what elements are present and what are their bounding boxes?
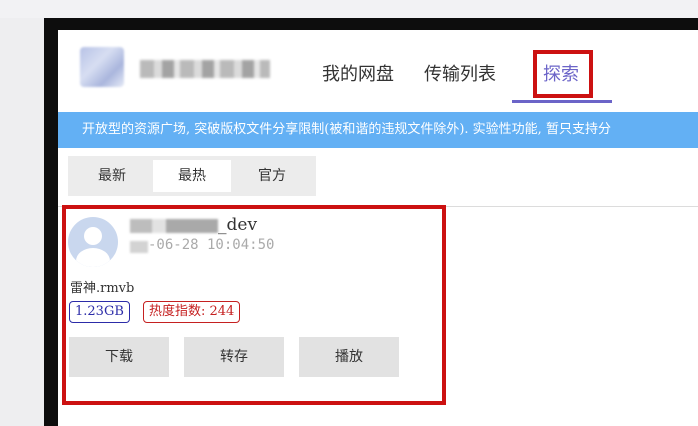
account-name-blurred: [140, 60, 270, 78]
tab-newest[interactable]: 最新: [73, 160, 151, 192]
tab-hottest[interactable]: 最热: [153, 160, 231, 192]
background-top: [0, 0, 698, 18]
card-highlight-box: [62, 205, 446, 405]
tabs-area: 最新 最热 官方: [58, 148, 698, 206]
tab-official[interactable]: 官方: [233, 160, 311, 192]
nav-active-underline: [512, 100, 612, 103]
resource-card: _dev -06-28 10:04:50 雷神.rmvb 1.23GB 热度指数…: [58, 205, 698, 426]
explore-highlight-box: [533, 50, 593, 98]
nav-my-disk[interactable]: 我的网盘: [322, 60, 394, 86]
header: 我的网盘 传输列表 探索: [58, 30, 698, 112]
sort-tabs: 最新 最热 官方: [68, 156, 316, 196]
account-avatar[interactable]: [80, 47, 124, 87]
app-window: 我的网盘 传输列表 探索 开放型的资源广场, 突破版权文件分享限制(被和谐的违规…: [58, 30, 698, 426]
nav-transfer-list[interactable]: 传输列表: [424, 60, 496, 86]
notice-bar: 开放型的资源广场, 突破版权文件分享限制(被和谐的违规文件除外). 实验性功能,…: [58, 112, 698, 148]
